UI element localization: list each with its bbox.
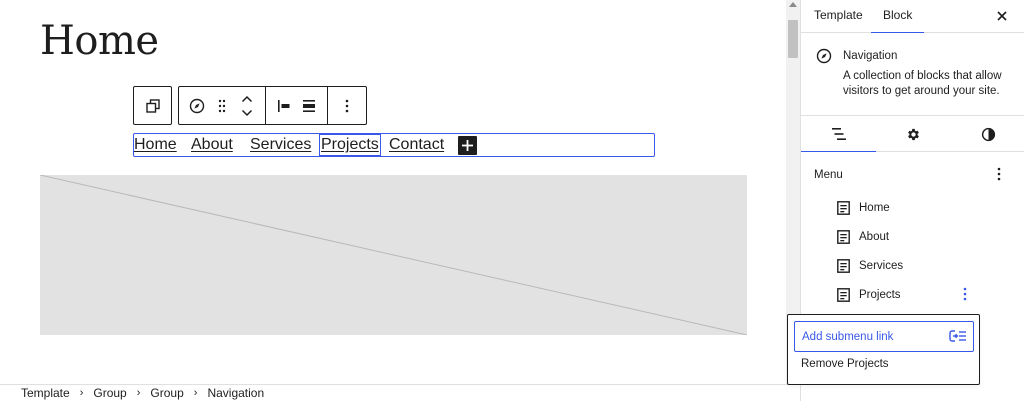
nav-item-projects[interactable]: Projects	[319, 134, 381, 156]
move-down-icon	[241, 109, 253, 116]
add-submenu-icon	[949, 329, 967, 346]
settings-gear-icon	[908, 128, 919, 140]
toolbar-group-block	[178, 86, 367, 125]
add-submenu-label: Add submenu link	[802, 330, 894, 343]
justification-button[interactable]	[266, 87, 302, 124]
editor-canvas: Home Home About Services Projects Contac…	[0, 0, 786, 384]
plus-icon	[462, 140, 473, 151]
add-nav-item-button[interactable]	[458, 136, 477, 155]
close-sidebar-button[interactable]	[994, 8, 1010, 24]
menu-heading: Menu	[814, 169, 843, 181]
block-mover	[229, 87, 265, 124]
menu-item-home[interactable]: Home	[837, 198, 890, 218]
transform-icon	[145, 98, 160, 113]
more-options-icon	[345, 99, 349, 112]
menu-options-button[interactable]	[997, 167, 1001, 186]
breadcrumb-navigation: Navigation	[207, 386, 265, 400]
more-vertical-icon	[997, 167, 1001, 181]
nav-item-services[interactable]: Services	[250, 136, 311, 154]
list-view-icon	[831, 127, 846, 140]
tab-block[interactable]: Block	[871, 0, 925, 33]
move-down-button[interactable]	[241, 106, 253, 120]
transform-button[interactable]	[134, 87, 171, 124]
toolbar-group-transform	[133, 86, 172, 125]
menu-item-label: Services	[859, 260, 904, 272]
block-toolbar	[133, 86, 367, 125]
compass-icon	[189, 98, 205, 113]
remove-item-button[interactable]: Remove Projects	[801, 358, 889, 370]
styles-half-circle-icon	[981, 127, 996, 141]
scroll-up-arrow[interactable]	[789, 2, 797, 7]
tab-settings[interactable]	[876, 116, 951, 152]
breadcrumb-template[interactable]: Template	[21, 386, 70, 400]
drag-handle[interactable]	[215, 87, 229, 124]
move-up-icon	[241, 95, 253, 102]
scrollbar-thumb[interactable]	[788, 20, 798, 58]
placeholder-diagonal	[40, 175, 747, 335]
tab-styles[interactable]	[951, 116, 1024, 152]
image-placeholder[interactable]	[40, 175, 747, 335]
tab-template[interactable]: Template	[814, 0, 863, 33]
sidebar-tabs: Template Block	[801, 0, 1024, 33]
more-options-button[interactable]	[328, 87, 366, 124]
drag-handle-icon	[218, 99, 226, 112]
width-button[interactable]	[302, 87, 316, 124]
block-card-description: A collection of blocks that allow visito…	[843, 70, 1002, 97]
navigation-block[interactable]: Home About Services Projects Contact	[133, 133, 655, 157]
compass-icon	[816, 48, 832, 69]
inspector-tabs	[801, 116, 1024, 152]
projects-options-button[interactable]	[963, 287, 967, 306]
page-icon	[837, 288, 850, 302]
chevron-right-icon: ›	[193, 387, 198, 399]
page-icon	[837, 201, 850, 215]
block-card-title: Navigation	[843, 50, 898, 62]
nav-item-about[interactable]: About	[191, 136, 233, 154]
more-vertical-icon	[963, 287, 967, 301]
justify-left-icon	[278, 99, 290, 112]
menu-item-label: About	[859, 231, 890, 243]
close-icon	[997, 11, 1007, 21]
page-title[interactable]: Home	[40, 18, 159, 64]
menu-item-label: Home	[859, 202, 890, 214]
page-icon	[837, 230, 850, 244]
nav-item-contact[interactable]: Contact	[389, 136, 444, 154]
menu-item-about[interactable]: About	[837, 227, 889, 247]
move-up-button[interactable]	[241, 92, 253, 106]
chevron-right-icon: ›	[79, 387, 84, 399]
add-submenu-link-button[interactable]: Add submenu link	[794, 321, 974, 352]
breadcrumb-group-inner[interactable]: Group	[150, 386, 183, 400]
page-icon	[837, 259, 850, 273]
tab-list-view[interactable]	[801, 116, 876, 152]
block-type-button[interactable]	[179, 87, 215, 124]
menu-item-services[interactable]: Services	[837, 256, 903, 276]
width-icon	[303, 99, 315, 112]
block-breadcrumb: Template › Group › Group › Navigation	[0, 384, 800, 401]
block-card: Navigation A collection of blocks that a…	[801, 34, 1024, 116]
breadcrumb-group[interactable]: Group	[93, 386, 126, 400]
chevron-right-icon: ›	[136, 387, 141, 399]
menu-item-projects[interactable]: Projects	[837, 285, 901, 305]
nav-item-home[interactable]: Home	[134, 136, 177, 154]
item-options-popover: Add submenu link Remove Projects	[787, 314, 980, 385]
menu-item-label: Projects	[859, 289, 901, 301]
